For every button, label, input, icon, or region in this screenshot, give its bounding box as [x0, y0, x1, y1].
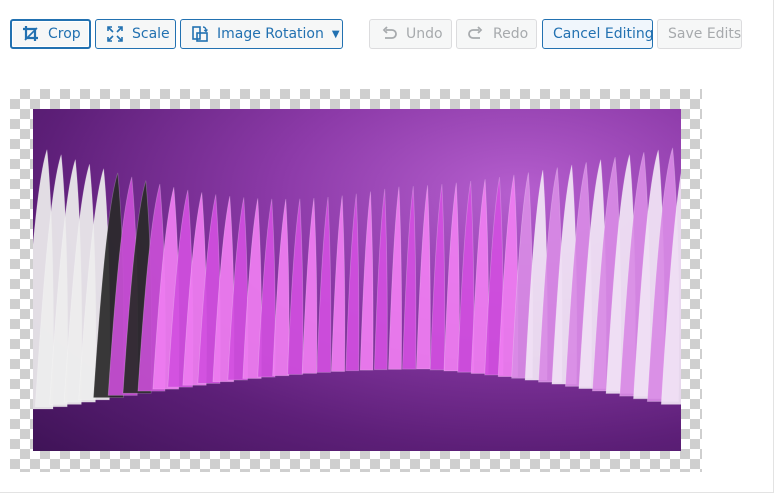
crop-button[interactable]: Crop [10, 19, 91, 49]
crop-label: Crop [48, 26, 81, 42]
redo-button[interactable]: Redo [456, 19, 537, 49]
scale-icon [106, 25, 124, 43]
redo-icon [467, 25, 485, 43]
image-wave-fin [457, 180, 475, 373]
image-wave-fin [402, 186, 417, 370]
image-content [33, 147, 681, 410]
image-wave-fin [429, 184, 446, 371]
scale-button[interactable]: Scale [95, 19, 176, 49]
image-wave-fin [301, 197, 318, 374]
image-wave-fin [415, 185, 431, 370]
crop-icon [22, 25, 40, 43]
image-wave-fin [287, 198, 304, 375]
save-label: Save Edits [668, 26, 742, 42]
rotate-icon [191, 25, 209, 43]
edited-image[interactable] [33, 109, 681, 451]
save-edits-button[interactable]: Save Edits [657, 19, 742, 49]
image-wave-fin [359, 191, 374, 371]
rotation-label: Image Rotation [217, 26, 324, 42]
redo-label: Redo [493, 26, 529, 42]
cancel-editing-button[interactable]: Cancel Editing [542, 19, 654, 49]
caret-down-icon: ▼ [331, 28, 340, 40]
undo-button[interactable]: Undo [369, 19, 452, 49]
image-wave-fin [373, 188, 388, 371]
image-edit-toolbar: Crop Scale Image Rotation ▼ Undo Redo Ca… [10, 19, 750, 50]
image-rotation-dropdown[interactable]: Image Rotation ▼ [180, 19, 343, 49]
image-wave-fin [443, 182, 460, 372]
undo-icon [380, 25, 398, 43]
image-wave-fin [345, 193, 360, 372]
image-wave-fin [330, 195, 346, 372]
scale-label: Scale [132, 26, 170, 42]
image-wave-fin [388, 186, 403, 370]
image-wave-fin [316, 196, 332, 373]
image-canvas[interactable] [10, 89, 702, 472]
undo-label: Undo [406, 26, 443, 42]
cancel-label: Cancel Editing [553, 26, 654, 42]
